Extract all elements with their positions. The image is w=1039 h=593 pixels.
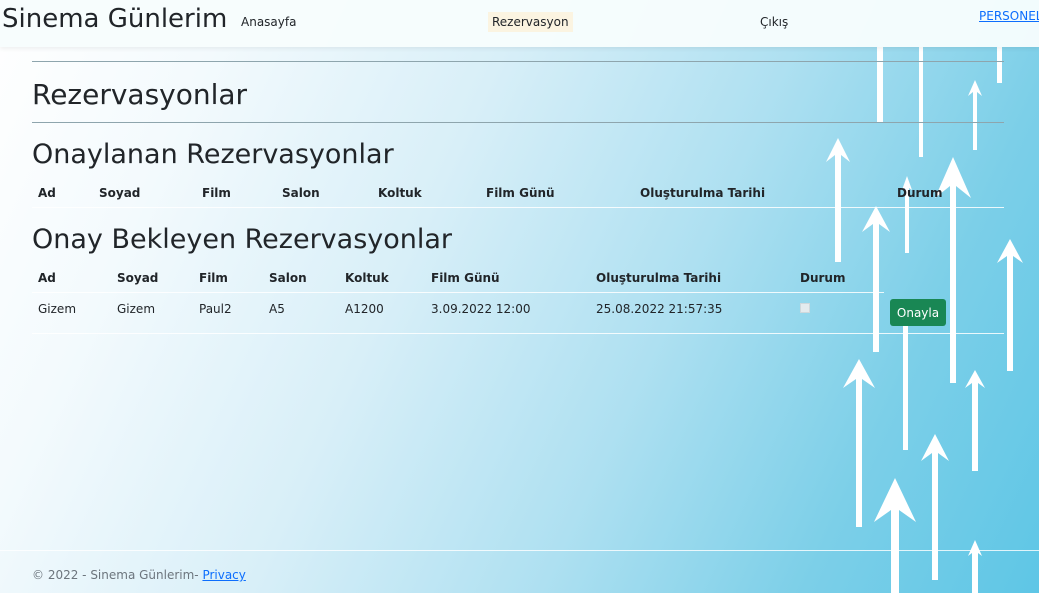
cell-ad: Gizem [38,302,77,316]
approved-header-durum: Durum [897,186,943,200]
navbar: Sinema Günlerim Anasayfa Rezervasyon Çık… [0,0,1039,47]
footer-divider [0,550,1039,551]
approved-header-film: Film [202,186,231,200]
approved-section-title: Onaylanan Rezervasyonlar [32,139,394,170]
pending-header-koltuk: Koltuk [345,271,389,285]
privacy-link[interactable]: Privacy [202,568,245,582]
cell-salon: A5 [269,302,285,316]
approved-header-film-gunu: Film Günü [486,186,555,200]
pending-header-film: Film [199,271,228,285]
footer: © 2022 - Sinema Günlerim- Privacy [32,568,246,582]
approved-header-koltuk: Koltuk [378,186,422,200]
cell-film-gunu: 3.09.2022 12:00 [431,302,531,316]
cell-soyad: Gizem [117,302,156,316]
nav-exit-link[interactable]: Çıkış [760,15,788,29]
footer-copyright: © 2022 - Sinema Günlerim- [32,568,203,582]
cell-film: Paul2 [199,302,232,316]
approve-button[interactable]: Onayla [890,299,946,326]
pending-header-line [32,292,884,293]
divider-top [32,61,1004,62]
nav-staff-link[interactable]: PERSONEL [979,9,1039,23]
approved-header-line [32,207,1004,208]
nav-reservation-link[interactable]: Rezervasyon [488,12,573,32]
nav-home-link[interactable]: Anasayfa [241,15,296,29]
pending-header-film-gunu: Film Günü [431,271,500,285]
pending-header-olusturulma: Oluşturulma Tarihi [596,271,722,285]
brand-title[interactable]: Sinema Günlerim [2,4,227,34]
approved-header-salon: Salon [282,186,320,200]
pending-header-soyad: Soyad [117,271,159,285]
pending-header-ad: Ad [38,271,56,285]
cell-olusturulma: 25.08.2022 21:57:35 [596,302,723,316]
approved-header-soyad: Soyad [99,186,141,200]
pending-header-salon: Salon [269,271,307,285]
pending-row-line [32,333,1004,334]
pending-header-durum: Durum [800,271,846,285]
divider-title [32,122,1004,123]
cell-koltuk: A1200 [345,302,384,316]
pending-section-title: Onay Bekleyen Rezervasyonlar [32,224,453,255]
approved-header-olusturulma: Oluşturulma Tarihi [640,186,766,200]
approved-header-ad: Ad [38,186,56,200]
status-checkbox [800,303,810,313]
page-title: Rezervasyonlar [32,78,248,111]
